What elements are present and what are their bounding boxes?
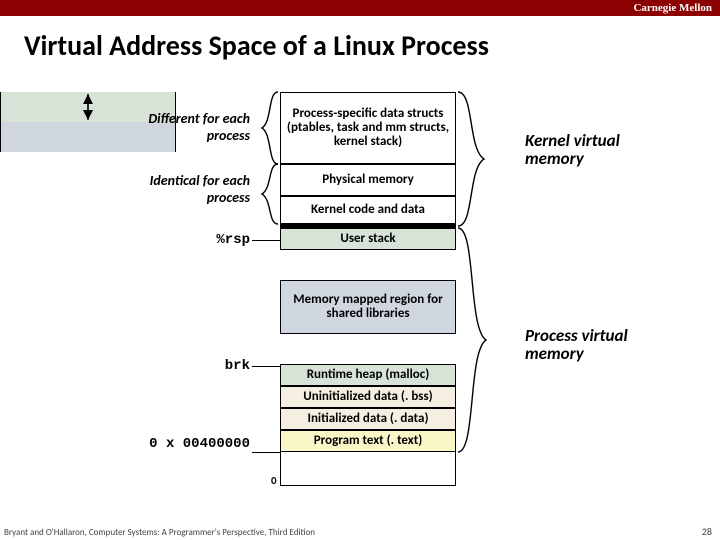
- pointer-brk: [252, 366, 280, 367]
- page-number: 28: [702, 525, 712, 538]
- box-data: Initialized data (. data): [280, 408, 456, 430]
- label-different: Different for each process: [110, 110, 250, 144]
- label-brk: brk: [160, 358, 250, 374]
- footer-citation: Bryant and O'Hallaron, Computer Systems:…: [4, 527, 315, 538]
- label-kernel-vm: Kernel virtual memory: [525, 132, 635, 168]
- slide-title: Virtual Address Space of a Linux Process: [0, 16, 720, 71]
- label-rsp: %rsp: [160, 232, 250, 248]
- pointer-base-addr: [252, 452, 280, 453]
- label-base-addr: 0 x 00400000: [120, 436, 250, 452]
- brace-kernel-vm: [458, 92, 488, 226]
- box-kernel-code-data: Kernel code and data: [280, 196, 456, 224]
- brace-different: [258, 92, 280, 164]
- box-physical-memory: Physical memory: [280, 164, 456, 196]
- brand-bar: Carnegie Mellon: [0, 0, 720, 16]
- box-runtime-heap: Runtime heap (malloc): [280, 364, 456, 386]
- brace-identical: [258, 164, 280, 224]
- box-process-specific-data: Process-specific data structs (ptables, …: [280, 92, 456, 164]
- box-low-unused: 0: [280, 452, 456, 486]
- label-identical: Identical for each process: [110, 172, 250, 206]
- pointer-rsp: [252, 240, 280, 241]
- brace-process-vm: [458, 228, 488, 452]
- label-process-vm: Process virtual memory: [525, 327, 635, 363]
- box-mmap-region: Memory mapped region for shared librarie…: [280, 280, 456, 334]
- box-bss: Uninitialized data (. bss): [280, 386, 456, 408]
- box-user-stack: User stack: [280, 228, 456, 250]
- box-text: Program text (. text): [280, 430, 456, 452]
- diagram: Process-specific data structs (ptables, …: [0, 92, 720, 512]
